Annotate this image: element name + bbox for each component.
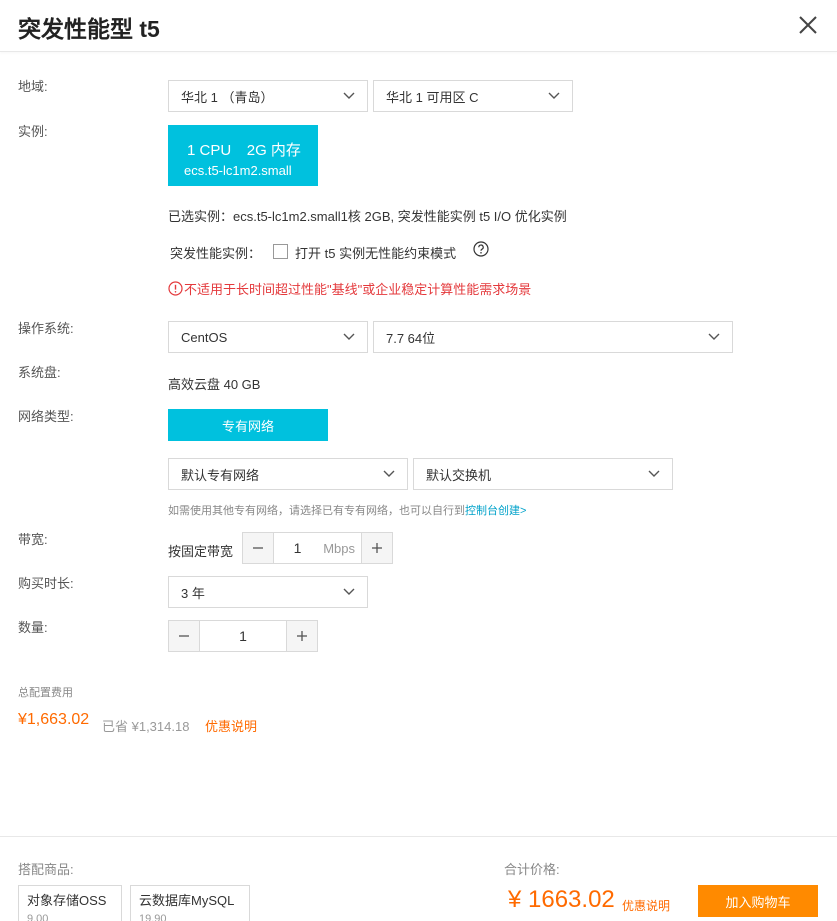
bundle-product-oss[interactable]: 对象存储OSS 9.00 bbox=[18, 885, 122, 921]
disk-value: 高效云盘 40 GB bbox=[168, 377, 261, 392]
duration-label: 购买时长: bbox=[18, 576, 74, 591]
saved-amount: 已省 ¥1,314.18 bbox=[102, 719, 190, 734]
region-select[interactable]: 华北 1 （青岛） bbox=[168, 80, 368, 112]
bundle-product-price: 19.90 bbox=[139, 913, 167, 921]
zone-select[interactable]: 华北 1 可用区 C bbox=[373, 80, 573, 112]
warning-message: 不适用于长时间超过性能"基线"或企业稳定计算性能需求场景 bbox=[168, 279, 531, 298]
total-cost-label: 总配置费用 bbox=[18, 687, 73, 699]
instance-label: 实例: bbox=[18, 124, 48, 139]
plus-icon bbox=[372, 543, 382, 553]
network-hint: 如需使用其他专有网络，请选择已有专有网络，也可以自行到控制台创建> bbox=[168, 502, 526, 518]
total-cost-price: ¥1,663.02 bbox=[18, 711, 90, 728]
bundle-product-mysql[interactable]: 云数据库MySQL 19.90 bbox=[130, 885, 250, 921]
quantity-value: 1 bbox=[239, 628, 247, 644]
bandwidth-mode: 按固定带宽 bbox=[168, 544, 234, 559]
bandwidth-value: 1 bbox=[293, 540, 302, 556]
close-icon[interactable] bbox=[797, 14, 819, 36]
chevron-down-icon bbox=[383, 470, 395, 477]
footer-bar: 搭配商品: 对象存储OSS 9.00 云数据库MySQL 19.90 合计价格:… bbox=[0, 836, 837, 921]
warning-icon bbox=[168, 281, 183, 296]
discount-info-link[interactable]: 优惠说明 bbox=[205, 716, 257, 735]
region-select-value: 华北 1 （青岛） bbox=[181, 89, 274, 105]
os-version-value: 7.7 64位 bbox=[386, 330, 436, 346]
os-select[interactable]: CentOS bbox=[168, 321, 368, 353]
bandwidth-value-field[interactable]: 1 Mbps bbox=[273, 533, 362, 563]
footer-discount-link[interactable]: 优惠说明 bbox=[622, 897, 670, 914]
bandwidth-decrease-button[interactable] bbox=[243, 533, 273, 563]
bandwidth-label: 带宽: bbox=[18, 532, 48, 547]
chevron-down-icon bbox=[343, 588, 355, 595]
minus-icon bbox=[253, 547, 263, 549]
burst-label: 突发性能实例： bbox=[170, 246, 262, 261]
os-select-value: CentOS bbox=[181, 329, 228, 345]
dialog-title: 突发性能型 t5 bbox=[18, 16, 160, 42]
chevron-down-icon bbox=[548, 92, 560, 99]
add-to-cart-button[interactable]: 加入购物车 bbox=[698, 885, 818, 917]
vpc-select[interactable]: 默认专有网络 bbox=[168, 458, 408, 490]
quantity-value-field[interactable]: 1 bbox=[199, 621, 287, 651]
vswitch-select-value: 默认交换机 bbox=[426, 467, 492, 483]
region-label: 地域: bbox=[18, 79, 48, 94]
chevron-down-icon bbox=[343, 92, 355, 99]
chevron-down-icon bbox=[708, 333, 720, 340]
vpc-network-button[interactable]: 专有网络 bbox=[168, 409, 328, 441]
burst-mode-option: 打开 t5 实例无性能约束模式 bbox=[295, 246, 457, 261]
bundle-label: 搭配商品: bbox=[18, 862, 74, 877]
quantity-increase-button[interactable] bbox=[287, 621, 317, 651]
chevron-down-icon bbox=[343, 333, 355, 340]
bundle-product-name: 云数据库MySQL bbox=[139, 893, 235, 908]
bandwidth-stepper: 1 Mbps bbox=[242, 532, 393, 564]
bandwidth-increase-button[interactable] bbox=[362, 533, 392, 563]
os-label: 操作系统: bbox=[18, 321, 74, 336]
quantity-decrease-button[interactable] bbox=[169, 621, 199, 651]
disk-label: 系统盘: bbox=[18, 365, 61, 380]
plus-icon bbox=[297, 631, 307, 641]
duration-select-value: 3 年 bbox=[181, 585, 205, 601]
chevron-down-icon bbox=[648, 470, 660, 477]
quantity-stepper: 1 bbox=[168, 620, 318, 652]
total-price: ¥ 1663.02 bbox=[508, 886, 615, 913]
instance-spec: 1 CPU 2G 内存 bbox=[187, 139, 301, 160]
bundle-product-name: 对象存储OSS bbox=[27, 893, 107, 908]
instance-code: ecs.t5-lc1m2.small bbox=[184, 163, 292, 178]
total-price-label: 合计价格: bbox=[504, 862, 560, 877]
console-create-link[interactable]: 控制台创建> bbox=[465, 505, 526, 517]
instance-memory: 2G 内存 bbox=[246, 142, 301, 159]
burst-mode-checkbox[interactable] bbox=[273, 244, 288, 259]
network-label: 网络类型: bbox=[18, 409, 74, 424]
bandwidth-unit: Mbps bbox=[323, 540, 355, 556]
quantity-label: 数量: bbox=[18, 620, 48, 635]
selected-instance-text: 已选实例：ecs.t5-lc1m2.small1核 2GB, 突发性能实例 t5… bbox=[168, 209, 567, 224]
dialog-header: 突发性能型 t5 bbox=[0, 0, 837, 52]
question-icon[interactable] bbox=[473, 241, 489, 257]
minus-icon bbox=[179, 635, 189, 637]
vpc-select-value: 默认专有网络 bbox=[181, 467, 260, 483]
instance-card-selected[interactable]: 1 CPU 2G 内存 ecs.t5-lc1m2.small bbox=[168, 125, 318, 186]
warning-text: 不适用于长时间超过性能"基线"或企业稳定计算性能需求场景 bbox=[184, 282, 532, 297]
bundle-product-price: 9.00 bbox=[27, 913, 49, 921]
vswitch-select[interactable]: 默认交换机 bbox=[413, 458, 673, 490]
os-version-select[interactable]: 7.7 64位 bbox=[373, 321, 733, 353]
instance-cpu: 1 CPU bbox=[187, 142, 232, 159]
network-hint-text: 如需使用其他专有网络，请选择已有专有网络，也可以自行到 bbox=[168, 505, 465, 517]
duration-select[interactable]: 3 年 bbox=[168, 576, 368, 608]
zone-select-value: 华北 1 可用区 C bbox=[386, 89, 479, 105]
